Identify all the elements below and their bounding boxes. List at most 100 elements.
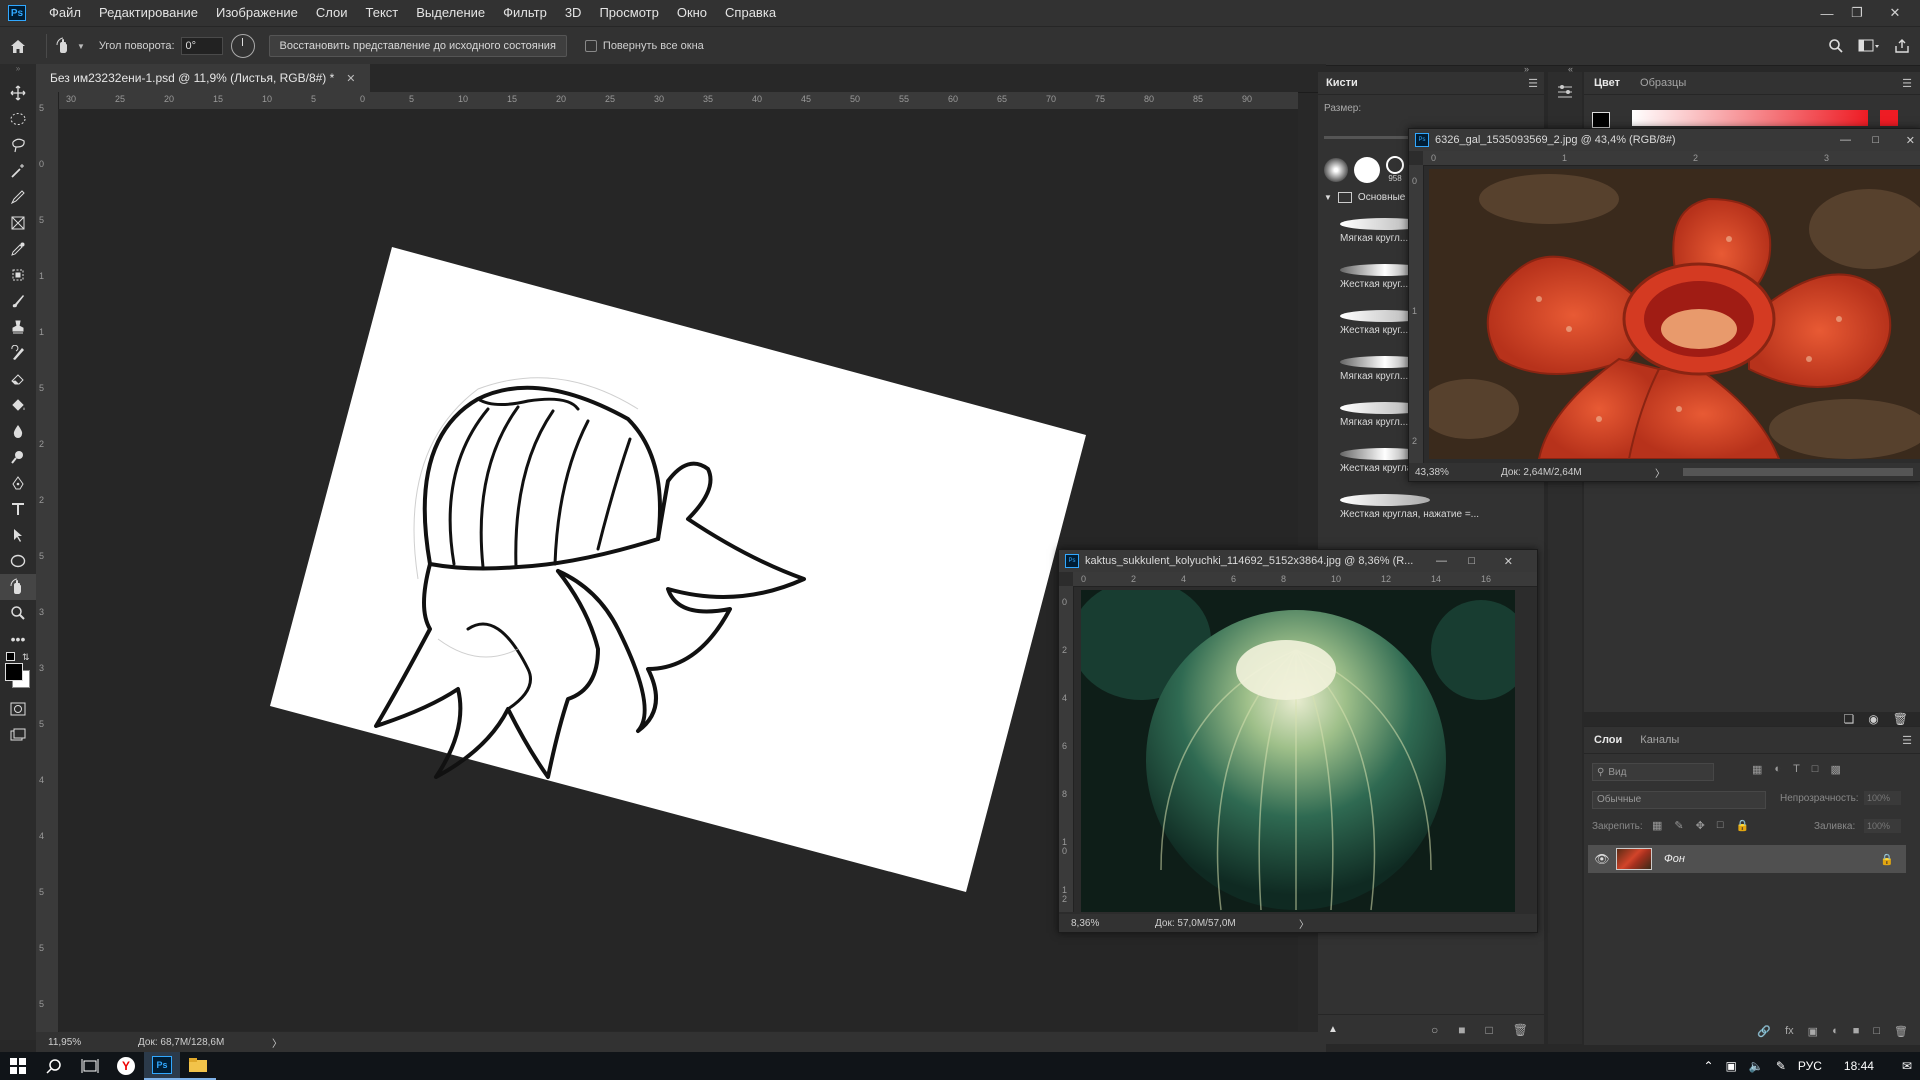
status-menu-chevron-icon[interactable]: 〉 [1299, 916, 1309, 931]
dodge-icon[interactable] [0, 444, 36, 470]
magic-wand-icon[interactable] [0, 158, 36, 184]
float-zoom[interactable]: 43,38% [1409, 467, 1475, 478]
pen-tool-icon[interactable] [0, 470, 36, 496]
foreground-color[interactable] [5, 663, 23, 681]
eraser-icon[interactable] [0, 366, 36, 392]
search-icon[interactable] [36, 1052, 72, 1080]
delete-layer-icon[interactable]: 🗑 [1894, 1025, 1908, 1038]
tab-swatches[interactable]: Образцы [1640, 77, 1686, 89]
task-view-icon[interactable] [72, 1052, 108, 1080]
history-brush-icon[interactable] [0, 340, 36, 366]
elliptical-marquee-icon[interactable] [0, 106, 36, 132]
frame-icon[interactable] [0, 210, 36, 236]
eyedropper-icon[interactable] [0, 236, 36, 262]
brush-icon[interactable] [0, 288, 36, 314]
volume-icon[interactable]: 🔈 [1749, 1059, 1764, 1073]
swap-colors-icon[interactable]: ⇅ [22, 652, 30, 663]
menu-item[interactable]: Файл [40, 0, 90, 26]
reset-view-button[interactable]: Восстановить представление до исходного … [268, 35, 567, 57]
fx-icon[interactable]: fx [1785, 1025, 1794, 1037]
tab-color[interactable]: Цвет [1594, 77, 1620, 89]
type-tool-icon[interactable] [0, 496, 36, 522]
zoom-tool-icon[interactable] [0, 600, 36, 626]
file-explorer-icon[interactable] [180, 1052, 216, 1080]
expand-panels-icon[interactable]: « [1568, 64, 1573, 74]
lock-transparent-icon[interactable]: ▦ [1652, 819, 1662, 832]
cactus-photo[interactable] [1081, 590, 1515, 912]
tray-chevron-up-icon[interactable]: ⌃ [1703, 1059, 1713, 1073]
color-swatches[interactable]: ⇅ [0, 652, 36, 696]
new-brush-icon[interactable]: □ [1486, 1023, 1493, 1037]
photoshop-taskbar-icon[interactable]: Ps [144, 1052, 180, 1080]
panel-menu-icon[interactable]: ☰ [1902, 77, 1912, 90]
workspace-icon[interactable] [1858, 38, 1880, 54]
quick-mask-icon[interactable] [0, 696, 36, 722]
menu-item[interactable]: Выделение [407, 0, 494, 26]
brush-preset-item[interactable]: Жесткая круглая, нажатие =... [1318, 484, 1544, 530]
windows-start-icon[interactable] [0, 1052, 36, 1080]
rotate-view-tool-preset[interactable]: ▼ [55, 37, 85, 55]
rotation-dial[interactable] [230, 34, 255, 58]
pen-draw-icon[interactable] [0, 184, 36, 210]
float-title-bar[interactable]: Ps 6326_gal_1535093569_2.jpg @ 43,4% (RG… [1409, 129, 1920, 151]
notifications-icon[interactable]: ✉ [1902, 1059, 1912, 1073]
ring-brush-preset[interactable]: 958 [1386, 156, 1404, 183]
type-filter-icon[interactable]: T [1793, 763, 1800, 776]
lock-pixels-icon[interactable]: ✎ [1674, 819, 1683, 832]
visibility-eye-icon[interactable]: 👁 [1588, 852, 1616, 866]
menu-item[interactable]: Изображение [207, 0, 307, 26]
brush-size-slider[interactable] [1324, 136, 1414, 139]
floating-document-cactus[interactable]: Ps kaktus_sukkulent_kolyuchki_114692_515… [1058, 549, 1538, 933]
collapse-panels-icon[interactable]: » [1524, 64, 1529, 74]
home-icon[interactable] [0, 39, 36, 54]
menu-item[interactable]: Окно [668, 0, 716, 26]
layer-filter-input[interactable]: ⚲ Вид [1592, 763, 1714, 781]
restore-icon[interactable]: ❐ [1842, 0, 1872, 26]
default-colors-icon[interactable] [6, 652, 15, 661]
camera-icon[interactable]: ◉ [1868, 712, 1878, 726]
ellipse-shape-icon[interactable] [0, 548, 36, 574]
layer-name[interactable]: Фон [1664, 853, 1685, 865]
layer-row[interactable]: 👁 Фон 🔒 [1588, 845, 1906, 873]
lock-position-icon[interactable]: ✥ [1696, 819, 1705, 832]
search-icon[interactable] [1828, 38, 1844, 54]
lasso-icon[interactable] [0, 132, 36, 158]
brush-group-basic[interactable]: ▼ Основные [1324, 192, 1405, 203]
tab-brushes[interactable]: Кисти [1326, 77, 1358, 89]
minimize-icon[interactable]: — [1436, 555, 1447, 567]
menu-item[interactable]: 3D [556, 0, 591, 26]
blur-icon[interactable] [0, 418, 36, 444]
status-menu-chevron-icon[interactable]: 〉 [272, 1035, 282, 1050]
close-tab-icon[interactable]: ✕ [346, 72, 355, 85]
shape-filter-icon[interactable]: □ [1812, 763, 1819, 776]
properties-icon[interactable] [1556, 84, 1582, 103]
new-swatch-group-icon[interactable]: ❏ [1844, 712, 1855, 726]
hard-brush-preset[interactable] [1354, 156, 1380, 183]
adjustment-layer-icon[interactable]: ◐ [1832, 1025, 1839, 1037]
new-layer-icon[interactable]: □ [1873, 1025, 1880, 1037]
panel-menu-icon[interactable]: ☰ [1528, 77, 1538, 90]
minimize-icon[interactable]: — [1812, 0, 1842, 26]
float-title-bar[interactable]: Ps kaktus_sukkulent_kolyuchki_114692_515… [1059, 550, 1537, 572]
status-menu-chevron-icon[interactable]: 〉 [1655, 465, 1665, 480]
brush-settings-icon[interactable]: ○ [1431, 1023, 1438, 1037]
add-mask-icon[interactable]: ▣ [1808, 1025, 1818, 1038]
rotation-angle-input[interactable]: 0° [180, 37, 223, 55]
smart-object-filter-icon[interactable]: ▩ [1830, 763, 1840, 776]
brush-slider-icon[interactable]: ▲ [1328, 1024, 1338, 1035]
screen-mode-icon[interactable] [0, 722, 36, 748]
tab-channels[interactable]: Каналы [1640, 734, 1679, 746]
pixel-filter-icon[interactable]: ▦ [1752, 763, 1762, 776]
link-layers-icon[interactable]: 🔗 [1757, 1025, 1771, 1038]
yandex-browser-icon[interactable]: Y [108, 1052, 144, 1080]
foreground-color-chip[interactable] [1592, 112, 1610, 128]
rotate-all-windows-option[interactable]: Повернуть все окна [584, 40, 704, 52]
path-selection-icon[interactable] [0, 522, 36, 548]
paint-bucket-icon[interactable] [0, 392, 36, 418]
accent-color-chip[interactable] [1880, 110, 1898, 126]
float-zoom[interactable]: 8,36% [1059, 918, 1141, 929]
blend-mode-select[interactable]: Обычные [1592, 791, 1766, 809]
new-group-icon[interactable]: ■ [1458, 1023, 1465, 1037]
close-icon[interactable]: ✕ [1504, 555, 1513, 568]
clone-stamp-icon[interactable] [0, 314, 36, 340]
